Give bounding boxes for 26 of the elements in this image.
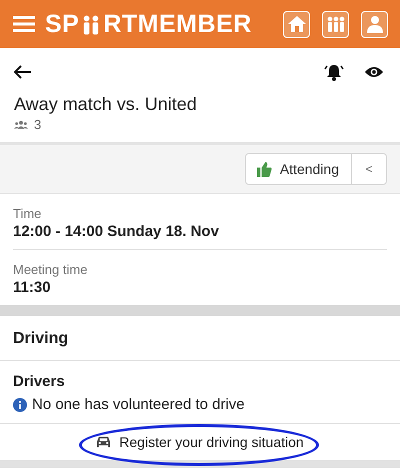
- detail-label: Time: [13, 206, 42, 221]
- eye-icon[interactable]: [364, 65, 384, 79]
- thumbs-up-icon: [256, 162, 272, 176]
- bell-icon[interactable]: [324, 62, 344, 82]
- participant-count: 3: [34, 117, 42, 132]
- team-button[interactable]: [322, 10, 349, 38]
- detail-value: 12:00 - 14:00 Sunday 18. Nov: [13, 223, 220, 240]
- home-button[interactable]: [283, 10, 310, 38]
- detail-label: Meeting time: [13, 262, 88, 277]
- house-icon: [286, 14, 306, 34]
- info-icon: [13, 398, 27, 412]
- register-driving-button[interactable]: Register your driving situation: [92, 432, 308, 452]
- section-heading: Driving: [0, 316, 400, 361]
- people-icon: [326, 14, 346, 34]
- profile-button[interactable]: [361, 10, 388, 38]
- drivers-label: Drivers: [13, 373, 66, 390]
- menu-icon[interactable]: [13, 15, 35, 33]
- detail-value: 11:30: [13, 279, 52, 296]
- back-arrow-icon[interactable]: [14, 65, 32, 79]
- group-icon: [14, 120, 28, 129]
- event-title: Away match vs. United: [14, 94, 198, 115]
- brand-text: RTMEMBER: [103, 10, 252, 38]
- brand-text: SP: [45, 10, 80, 38]
- person-icon: [364, 14, 384, 34]
- car-icon: [96, 436, 112, 448]
- notice-text: No one has volunteered to drive: [32, 396, 245, 413]
